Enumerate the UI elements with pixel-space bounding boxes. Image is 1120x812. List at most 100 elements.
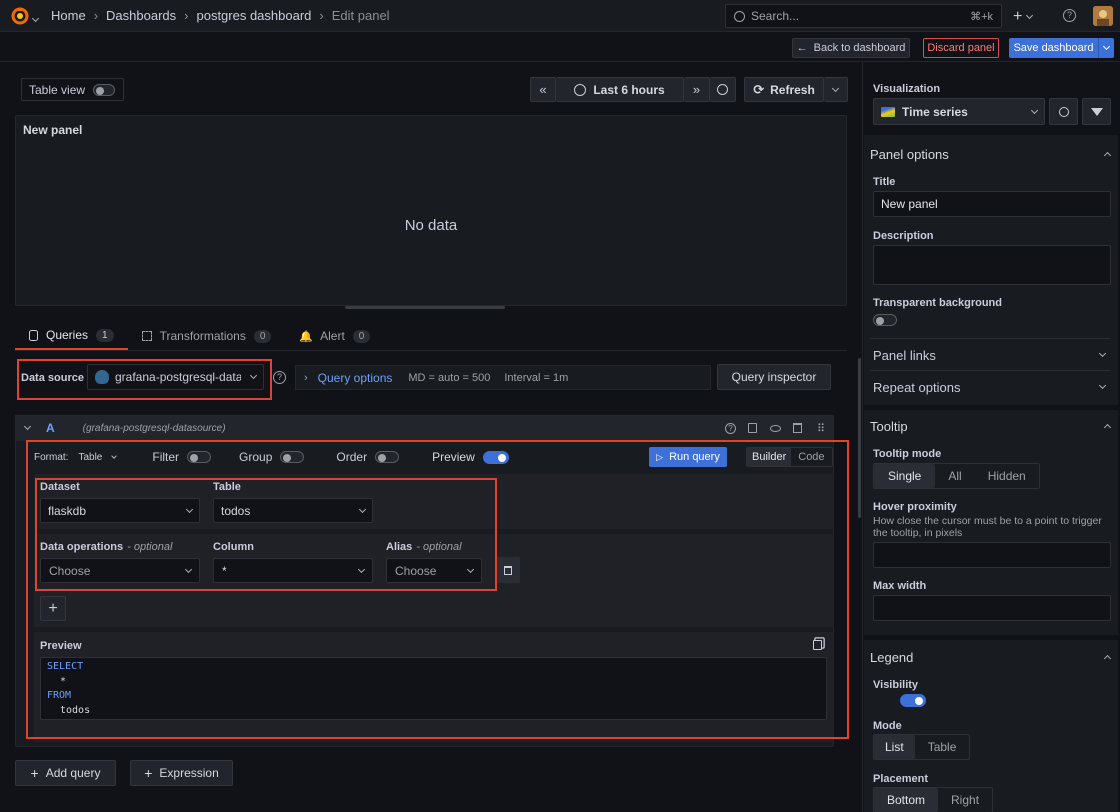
time-series-icon (881, 106, 895, 117)
database-icon (29, 329, 38, 341)
legend-placement-right[interactable]: Right (938, 788, 992, 812)
filter-icon (1090, 107, 1103, 116)
save-dropdown-button[interactable] (1098, 38, 1114, 58)
grafana-logo[interactable] (10, 6, 30, 26)
query-ref[interactable]: A (46, 421, 55, 435)
new-menu-button[interactable]: + (1013, 8, 1034, 26)
panel-title: New panel (23, 123, 83, 137)
back-to-dashboard-button[interactable]: ← Back to dashboard (792, 38, 910, 58)
drag-handle-icon[interactable]: ⠿ (817, 422, 825, 435)
zoom-out-button[interactable] (710, 77, 736, 102)
legend-visibility-toggle[interactable] (900, 694, 927, 707)
tab-count: 0 (352, 329, 371, 343)
add-query-button[interactable]: + Add query (15, 760, 116, 786)
time-controls: « Last 6 hours » ⟳ Refresh (530, 77, 848, 102)
time-range-picker[interactable]: Last 6 hours (556, 77, 684, 102)
help-icon[interactable]: ? (1063, 9, 1076, 22)
avatar[interactable] (1093, 6, 1113, 26)
plus-icon: + (144, 765, 153, 781)
transparent-toggle[interactable] (873, 314, 897, 326)
refresh-interval-dropdown[interactable] (824, 77, 848, 102)
zoom-out-icon (717, 84, 728, 95)
tab-count: 1 (96, 328, 114, 342)
help-icon[interactable]: ? (724, 422, 736, 434)
search-shortcut: ⌘+k (970, 10, 993, 23)
eye-icon[interactable] (769, 424, 781, 432)
search-icon (734, 10, 745, 22)
breadcrumb-dashboards[interactable]: Dashboards (106, 8, 176, 23)
tooltip-mode-hidden[interactable]: Hidden (975, 464, 1039, 488)
duplicate-icon[interactable] (747, 423, 757, 433)
section-gap (864, 635, 1118, 640)
description-label: Description (873, 230, 934, 242)
tab-queries[interactable]: Queries 1 (15, 322, 128, 350)
panel-links-header[interactable]: Panel links (873, 346, 1107, 364)
hover-proximity-description: How close the cursor must be to a point … (873, 515, 1102, 539)
query-datasource: (grafana-postgresql-datasource) (82, 422, 226, 434)
expression-button[interactable]: + Expression (130, 760, 233, 786)
trash-icon[interactable] (792, 423, 802, 433)
tab-transformations[interactable]: Transformations 0 (128, 322, 286, 350)
refresh-icon: ⟳ (753, 81, 765, 97)
tooltip-mode-single[interactable]: Single (874, 464, 936, 488)
double-chevron-left-icon: « (539, 82, 547, 97)
top-bar: Home › Dashboards › postgres dashboard ›… (0, 0, 1120, 32)
chevron-down-icon (1098, 349, 1107, 358)
tab-alert[interactable]: 🔔 Alert 0 (285, 322, 384, 350)
save-dashboard-button[interactable]: Save dashboard (1009, 38, 1098, 58)
editor-scrollbar[interactable] (858, 358, 861, 518)
search-input[interactable]: Search... ⌘+k (725, 4, 1002, 28)
divider (870, 338, 1110, 339)
query-options-bar[interactable]: › Query options MD = auto = 500 Interval… (295, 365, 711, 390)
breadcrumb-dashboard[interactable]: postgres dashboard (196, 8, 311, 23)
visualization-picker[interactable]: Time series (873, 98, 1045, 125)
repeat-options-header[interactable]: Repeat options (873, 378, 1107, 396)
time-back-button[interactable]: « (530, 77, 556, 102)
discard-panel-button[interactable]: Discard panel (923, 38, 999, 58)
interval: Interval = 1m (504, 371, 569, 384)
max-width-label: Max width (873, 580, 927, 592)
table-view-switch[interactable] (93, 83, 116, 96)
title-label: Title (873, 176, 896, 188)
time-forward-button[interactable]: » (684, 77, 710, 102)
mode-label: Mode (873, 720, 902, 732)
query-row-header[interactable]: A (grafana-postgresql-datasource) ? ⠿ (15, 415, 834, 441)
search-placeholder: Search... (751, 9, 800, 23)
no-data-text: No data (404, 217, 458, 234)
breadcrumb-home[interactable]: Home (51, 8, 86, 23)
query-inspector-button[interactable]: Query inspector (717, 364, 831, 390)
description-textarea[interactable] (873, 245, 1111, 285)
highlight-dataset-columns (35, 478, 497, 591)
section-gap (864, 405, 1118, 410)
tab-count: 0 (253, 329, 272, 343)
chevron-down-icon[interactable] (23, 422, 32, 430)
clock-icon (574, 83, 587, 96)
chevron-up-icon (1103, 423, 1112, 432)
legend-mode-list[interactable]: List (874, 735, 915, 759)
panel-options-header[interactable]: Panel options (870, 145, 1112, 163)
chevron-up-icon (1103, 654, 1112, 663)
title-input[interactable]: New panel (873, 191, 1111, 217)
tooltip-mode-all[interactable]: All (935, 464, 974, 488)
hover-proximity-input[interactable] (873, 542, 1111, 568)
tooltip-mode-label: Tooltip mode (873, 448, 942, 460)
legend-mode-table[interactable]: Table (915, 735, 970, 759)
max-data-points: MD = auto = 500 (408, 371, 491, 384)
divider (870, 370, 1110, 371)
transform-icon (141, 331, 152, 341)
datasource-help-icon[interactable]: ? (273, 371, 286, 384)
query-options-label: Query options (317, 370, 393, 385)
refresh-button[interactable]: ⟳ Refresh (744, 77, 824, 102)
chevron-right-icon: › (304, 371, 308, 384)
legend-placement-bottom[interactable]: Bottom (874, 788, 939, 812)
legend-header[interactable]: Legend (870, 648, 1112, 666)
max-width-input[interactable] (873, 595, 1111, 621)
placement-label: Placement (873, 773, 929, 785)
splitter-handle[interactable] (345, 306, 505, 309)
tooltip-header[interactable]: Tooltip (870, 417, 1112, 435)
filter-options-button[interactable] (1082, 98, 1111, 125)
plus-icon: + (30, 765, 39, 781)
search-options-button[interactable] (1049, 98, 1078, 125)
table-view-toggle[interactable]: Table view (21, 78, 124, 101)
logo-chevron-icon[interactable] (31, 10, 40, 24)
